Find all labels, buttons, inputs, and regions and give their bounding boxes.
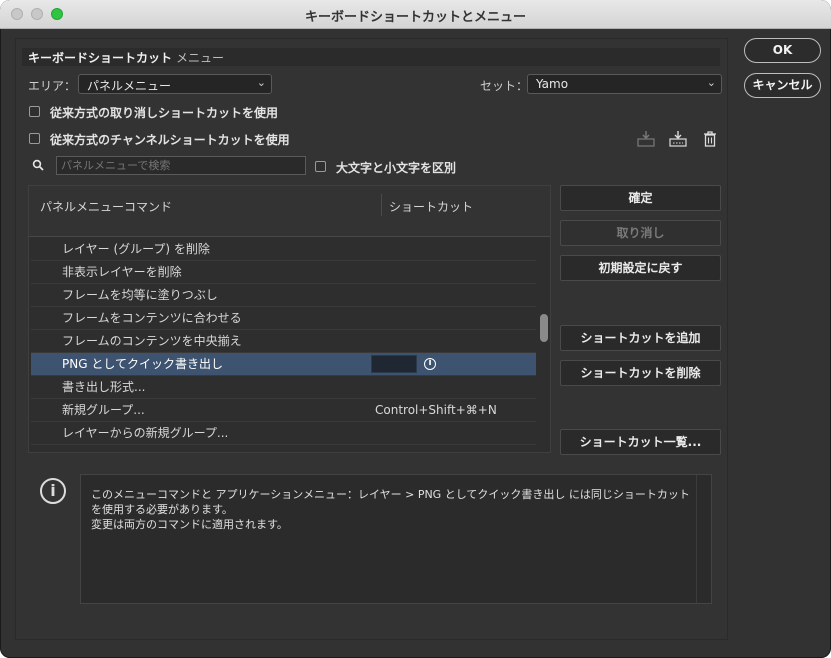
area-select-value: パネルメニュー [87,79,172,93]
legacy-channel-checkbox[interactable] [29,133,40,144]
tab-menus[interactable]: メニュー [176,49,224,66]
table-row[interactable]: フレームをコンテンツに合わせる [31,307,536,330]
row-command: レイヤー (グループ) を削除 [62,242,210,256]
cancel-button[interactable]: キャンセル [744,73,821,98]
row-command: フレームを均等に塗りつぶし [62,288,218,302]
delete-shortcut-button[interactable]: ショートカットを削除 [560,360,721,386]
table-row[interactable]: フレームのコンテンツを中央揃え [31,330,536,353]
row-command: 書き出し形式... [62,380,146,394]
table-row[interactable]: 書き出し形式... [31,376,536,399]
info-icon: i [40,478,66,504]
row-command: フレームのコンテンツを中央揃え [62,334,242,348]
table-row[interactable]: 非表示レイヤーを削除 [31,261,536,284]
accept-button[interactable]: 確定 [560,185,721,211]
use-defaults-button[interactable]: 初期設定に戻す [560,255,721,281]
table-row[interactable]: レイヤーからの新規グループ... [31,422,536,445]
search-icon [32,159,44,171]
match-case-label: 大文字と小文字を区別 [336,161,457,175]
table-row[interactable]: レイヤー (グループ) を削除 [31,238,536,261]
window-title: キーボードショートカットとメニュー [304,10,526,25]
table-header: パネルメニューコマンド ショートカット [29,186,550,237]
save-set-icon[interactable] [636,129,656,149]
row-command: レイヤーからの新規グループ... [62,426,229,440]
set-select[interactable]: Yamo ⌄ [527,74,722,94]
row-shortcut[interactable]: Control+Shift+⌘+N [375,399,497,422]
set-select-value: Yamo [536,77,569,91]
tab-bar: キーボードショートカット メニュー [22,48,720,66]
legacy-channel-label: 従来方式のチャンネルショートカットを使用 [50,133,290,147]
chevron-down-icon: ⌄ [256,76,266,89]
table-row[interactable]: フレームを均等に塗りつぶし [31,284,536,307]
area-label: エリア： [28,79,77,93]
column-header-shortcut: ショートカット [389,200,474,214]
message-line: 変更は両方のコマンドに適用されます。 [91,518,288,531]
legacy-undo-checkbox[interactable] [29,106,40,117]
conflict-message: このメニューコマンドと アプリケーションメニュー：レイヤー > PNG としてク… [91,487,691,532]
trash-icon[interactable] [700,129,720,149]
row-command: 新規グループ... [62,403,145,417]
summarize-button[interactable]: ショートカット一覧... [560,429,721,455]
shortcut-table: パネルメニューコマンド ショートカット レイヤー (グループ) を削除 非表示レイ… [28,185,551,453]
row-command: PNG としてクイック書き出し [62,357,223,371]
chevron-down-icon: ⌄ [706,76,716,89]
message-line: このメニューコマンドと アプリケーションメニュー：レイヤー > PNG としてク… [91,488,690,501]
save-as-set-icon[interactable] [668,129,688,149]
ok-button[interactable]: OK [744,38,821,63]
column-divider [381,194,382,216]
message-line: を使用する必要があります。 [91,503,233,516]
title-bar: キーボードショートカットとメニュー [0,0,831,29]
shortcut-edit-field[interactable] [371,355,417,373]
table-row[interactable]: PNG としてクイック書き出し i [31,353,536,376]
search-input[interactable] [56,156,306,175]
row-command: 非表示レイヤーを削除 [62,265,182,279]
table-scrollbar[interactable] [536,238,550,452]
message-panel: このメニューコマンドと アプリケーションメニュー：レイヤー > PNG としてク… [80,474,712,604]
table-scrollbar-thumb[interactable] [540,314,548,342]
column-header-command: パネルメニューコマンド [40,200,173,214]
message-scrollbar[interactable] [696,475,711,603]
add-shortcut-button[interactable]: ショートカットを追加 [560,325,721,351]
dialog-window: キーボードショートカットとメニュー キーボードショートカット メニュー エリア：… [0,0,831,658]
area-select[interactable]: パネルメニュー ⌄ [78,74,272,94]
info-icon: i [424,358,436,370]
tab-keyboard-shortcuts[interactable]: キーボードショートカット [28,49,172,66]
row-command: フレームをコンテンツに合わせる [62,311,242,325]
undo-button[interactable]: 取り消し [560,220,721,246]
table-row[interactable]: 新規グループ... Control+Shift+⌘+N [31,399,536,422]
match-case-checkbox[interactable] [315,161,326,172]
legacy-undo-label: 従来方式の取り消しショートカットを使用 [50,106,279,120]
set-label: セット： [480,79,529,93]
table-body: レイヤー (グループ) を削除 非表示レイヤーを削除フレームを均等に塗りつぶしフレ… [31,238,536,445]
